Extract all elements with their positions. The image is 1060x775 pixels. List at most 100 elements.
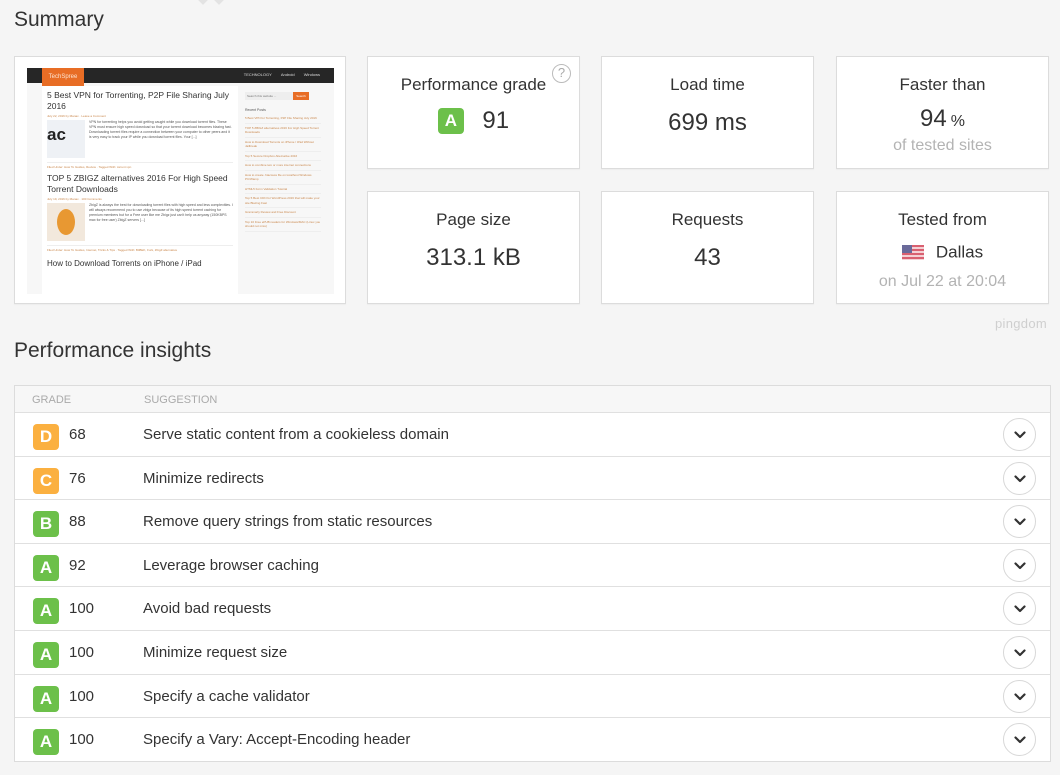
thumb-post-footer: Filed Under: How To Guides, Internet, Tr… xyxy=(47,245,233,252)
insight-score: 76 xyxy=(69,469,86,487)
insight-suggestion: Serve static content from a cookieless d… xyxy=(143,426,449,443)
thumb-nav-item: Android xyxy=(280,72,295,77)
thumb-header: TechSpree TECHNOLOGY Android Windows xyxy=(27,68,334,86)
thumb-search-button: Search xyxy=(293,92,309,100)
insight-score: 100 xyxy=(69,600,95,618)
thumb-recent-post-link: Top 5 Best CDN for WordPress 2016 that w… xyxy=(245,194,321,208)
expand-button[interactable] xyxy=(1003,461,1036,495)
thumb-recent-post-link: How to combine two or more internet conn… xyxy=(245,161,321,171)
thumb-recent-post-link: HTML5 Form Validation Tutorial xyxy=(245,185,321,194)
insight-row[interactable]: A 92 Leverage browser caching xyxy=(15,544,1050,588)
insight-score: 68 xyxy=(69,426,86,443)
thumb-sidebar: Search this website ... Search Recent Po… xyxy=(245,86,321,286)
thumb-nav-item: TECHNOLOGY xyxy=(243,72,272,77)
insight-suggestion: Minimize request size xyxy=(143,643,288,661)
insight-row[interactable]: A 100 Specify a cache validator xyxy=(15,675,1050,719)
insight-score: 100 xyxy=(69,643,95,661)
insights-table: Grade Suggestion D 68 Serve static content… xyxy=(14,385,1051,762)
load-time-value: 699 ms xyxy=(668,109,747,136)
thumb-post-title: 5 Best VPN for Torrenting, P2P File Shar… xyxy=(47,90,230,111)
grade-badge: A xyxy=(437,108,464,134)
tested-from-city: Dallas xyxy=(935,242,984,262)
chevron-down-icon xyxy=(1014,431,1026,439)
insight-score: 92 xyxy=(69,556,86,574)
performance-grade-label: Performance grade xyxy=(400,75,547,94)
thumb-post-meta: July 22, 2016 by Manav · Leave a Comment xyxy=(47,114,106,118)
chevron-down-icon xyxy=(1014,518,1026,526)
faster-than-card: Faster than 94% of tested sites xyxy=(836,56,1049,169)
insight-score: 100 xyxy=(69,687,95,705)
thumb-recent-post-link: TOP 5 ZBIGZ alternatives 2016 For High S… xyxy=(245,124,321,138)
performance-score: 91 xyxy=(482,107,510,134)
thumb-logo: TechSpree xyxy=(42,68,84,86)
insight-score: 88 xyxy=(69,513,86,531)
column-header-suggestion: Suggestion xyxy=(144,394,218,406)
thumb-nav-item: Windows xyxy=(303,72,320,77)
expand-button[interactable] xyxy=(1003,679,1036,713)
load-time-card: Load time 699 ms xyxy=(601,56,814,169)
tested-from-label: Tested from xyxy=(898,210,987,229)
expand-button[interactable] xyxy=(1003,505,1036,539)
percent-unit: % xyxy=(950,113,965,130)
expand-button[interactable] xyxy=(1003,418,1036,451)
chevron-down-icon xyxy=(1014,736,1026,744)
grade-badge: A xyxy=(33,685,59,712)
grade-badge: A xyxy=(33,729,59,756)
page-size-value: 313.1 kB xyxy=(426,244,521,271)
faster-than-value: 94 xyxy=(920,105,947,132)
requests-card: Requests 43 xyxy=(601,191,814,304)
expand-button[interactable] xyxy=(1003,723,1036,757)
insights-table-header: Grade Suggestion xyxy=(15,386,1050,413)
us-flag-icon xyxy=(901,245,924,261)
insight-suggestion: Minimize redirects xyxy=(143,469,264,487)
page-size-label: Page size xyxy=(436,210,511,229)
insight-suggestion: Avoid bad requests xyxy=(143,600,272,618)
insight-row[interactable]: D 68 Serve static content from a cookieles… xyxy=(15,413,1050,457)
tested-from-date: on Jul 22 at 20:04 xyxy=(878,272,1007,290)
load-time-label: Load time xyxy=(670,75,745,94)
thumb-post-title: TOP 5 ZBIGZ alternatives 2016 For High S… xyxy=(47,173,228,194)
performance-grade-card: ? Performance grade A 91 xyxy=(367,56,580,169)
insight-row[interactable]: A 100 Specify a Vary: Accept-Encoding head… xyxy=(15,718,1050,762)
pingdom-logo: pingdom xyxy=(995,316,1047,331)
column-header-grade: Grade xyxy=(32,394,72,406)
chevron-down-icon xyxy=(1014,474,1026,482)
thumb-recent-post-link: Top 5 Secure Dropbox Alternative 2016 xyxy=(245,152,321,161)
thumb-search-input: Search this website ... xyxy=(245,92,293,100)
chevron-down-icon xyxy=(1014,605,1026,613)
help-icon[interactable]: ? xyxy=(552,64,571,83)
thumb-post-image xyxy=(47,203,85,241)
grade-badge: B xyxy=(33,511,59,538)
grade-badge: A xyxy=(33,598,59,625)
website-screenshot: TechSpree TECHNOLOGY Android Windows 5 B… xyxy=(14,56,346,304)
thumb-post-excerpt: VPN for torrenting helps you avoid getti… xyxy=(89,120,232,139)
thumb-recent-post-link: Top 10 Free ePUB readers for Windows/MAC… xyxy=(245,218,321,232)
expand-button[interactable] xyxy=(1003,548,1036,582)
thumb-recent-posts-label: Recent Posts xyxy=(245,108,266,112)
thumb-post-meta: July 19, 2016 by Manav · 100 Comments xyxy=(47,197,102,201)
thumb-nav: TECHNOLOGY Android Windows xyxy=(236,72,320,77)
chevron-down-icon xyxy=(1014,692,1026,700)
faster-than-label: Faster than xyxy=(899,75,986,94)
expand-button[interactable] xyxy=(1003,592,1036,626)
insight-suggestion: Specify a cache validator xyxy=(143,687,310,705)
page-size-card: Page size 313.1 kB xyxy=(367,191,580,304)
thumb-post-excerpt: ZbigZ is always the best for downloading… xyxy=(89,203,233,222)
insight-suggestion: Remove query strings from static resourc… xyxy=(143,513,433,531)
thumb-recent-post-link: Grammarly Review and Free Discount xyxy=(245,208,321,218)
insight-suggestion: Specify a Vary: Accept-Encoding header xyxy=(143,731,411,749)
insight-score: 100 xyxy=(69,731,95,749)
chevron-down-icon xyxy=(1014,562,1026,569)
tested-from-card: Tested from Dallas on Jul 22 at 20:04 xyxy=(836,191,1049,304)
grade-badge: A xyxy=(33,641,59,668)
thumb-post-image: ac xyxy=(47,120,85,158)
insight-row[interactable]: A 100 Minimize request size xyxy=(15,631,1050,675)
thumb-main: 5 Best VPN for Torrenting, P2P File Shar… xyxy=(42,86,238,294)
expand-button[interactable] xyxy=(1003,635,1036,669)
insight-row[interactable]: C 76 Minimize redirects xyxy=(15,457,1050,501)
insight-suggestion: Leverage browser caching xyxy=(143,556,319,574)
insight-row[interactable]: A 100 Avoid bad requests xyxy=(15,587,1050,631)
thumb-recent-post-link: How to create .htaccess file on localhos… xyxy=(245,171,321,185)
thumb-post-footer: Filed Under: How To Guides, Review · Tag… xyxy=(47,162,233,169)
insight-row[interactable]: B 88 Remove query strings from static reso… xyxy=(15,500,1050,544)
